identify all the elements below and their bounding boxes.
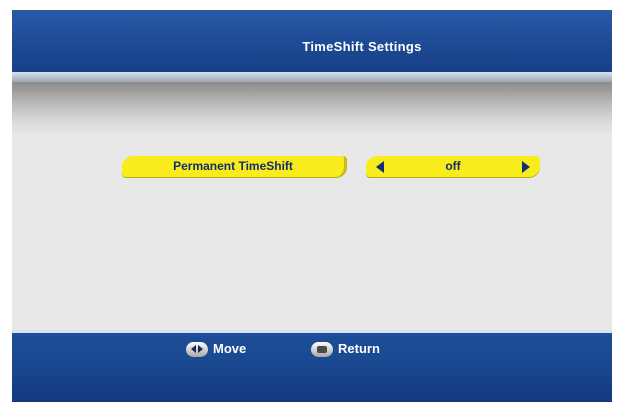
header-bar: TimeShift Settings xyxy=(12,10,612,72)
setting-label-text: Permanent TimeShift xyxy=(173,159,293,173)
divider xyxy=(12,330,612,333)
divider xyxy=(12,72,612,82)
return-hint: Return xyxy=(311,341,380,358)
exit-button-icon xyxy=(311,342,333,358)
move-hint-label: Move xyxy=(213,341,247,356)
right-arrow-icon[interactable] xyxy=(522,161,530,173)
panel-shade xyxy=(12,82,612,134)
move-hint: Move xyxy=(186,341,247,358)
setting-value-selector[interactable]: off xyxy=(366,156,540,177)
settings-panel: Permanent TimeShift off xyxy=(12,72,612,330)
return-hint-label: Return xyxy=(338,341,380,356)
tv-screen: TimeShift Settings Permanent TimeShift o… xyxy=(12,10,612,402)
page-title: TimeShift Settings xyxy=(302,39,422,54)
setting-label-permanent-timeshift[interactable]: Permanent TimeShift xyxy=(122,156,347,177)
left-right-button-icon xyxy=(186,342,208,358)
footer-bar: Move Return xyxy=(12,330,612,402)
setting-value-text: off xyxy=(445,159,461,173)
